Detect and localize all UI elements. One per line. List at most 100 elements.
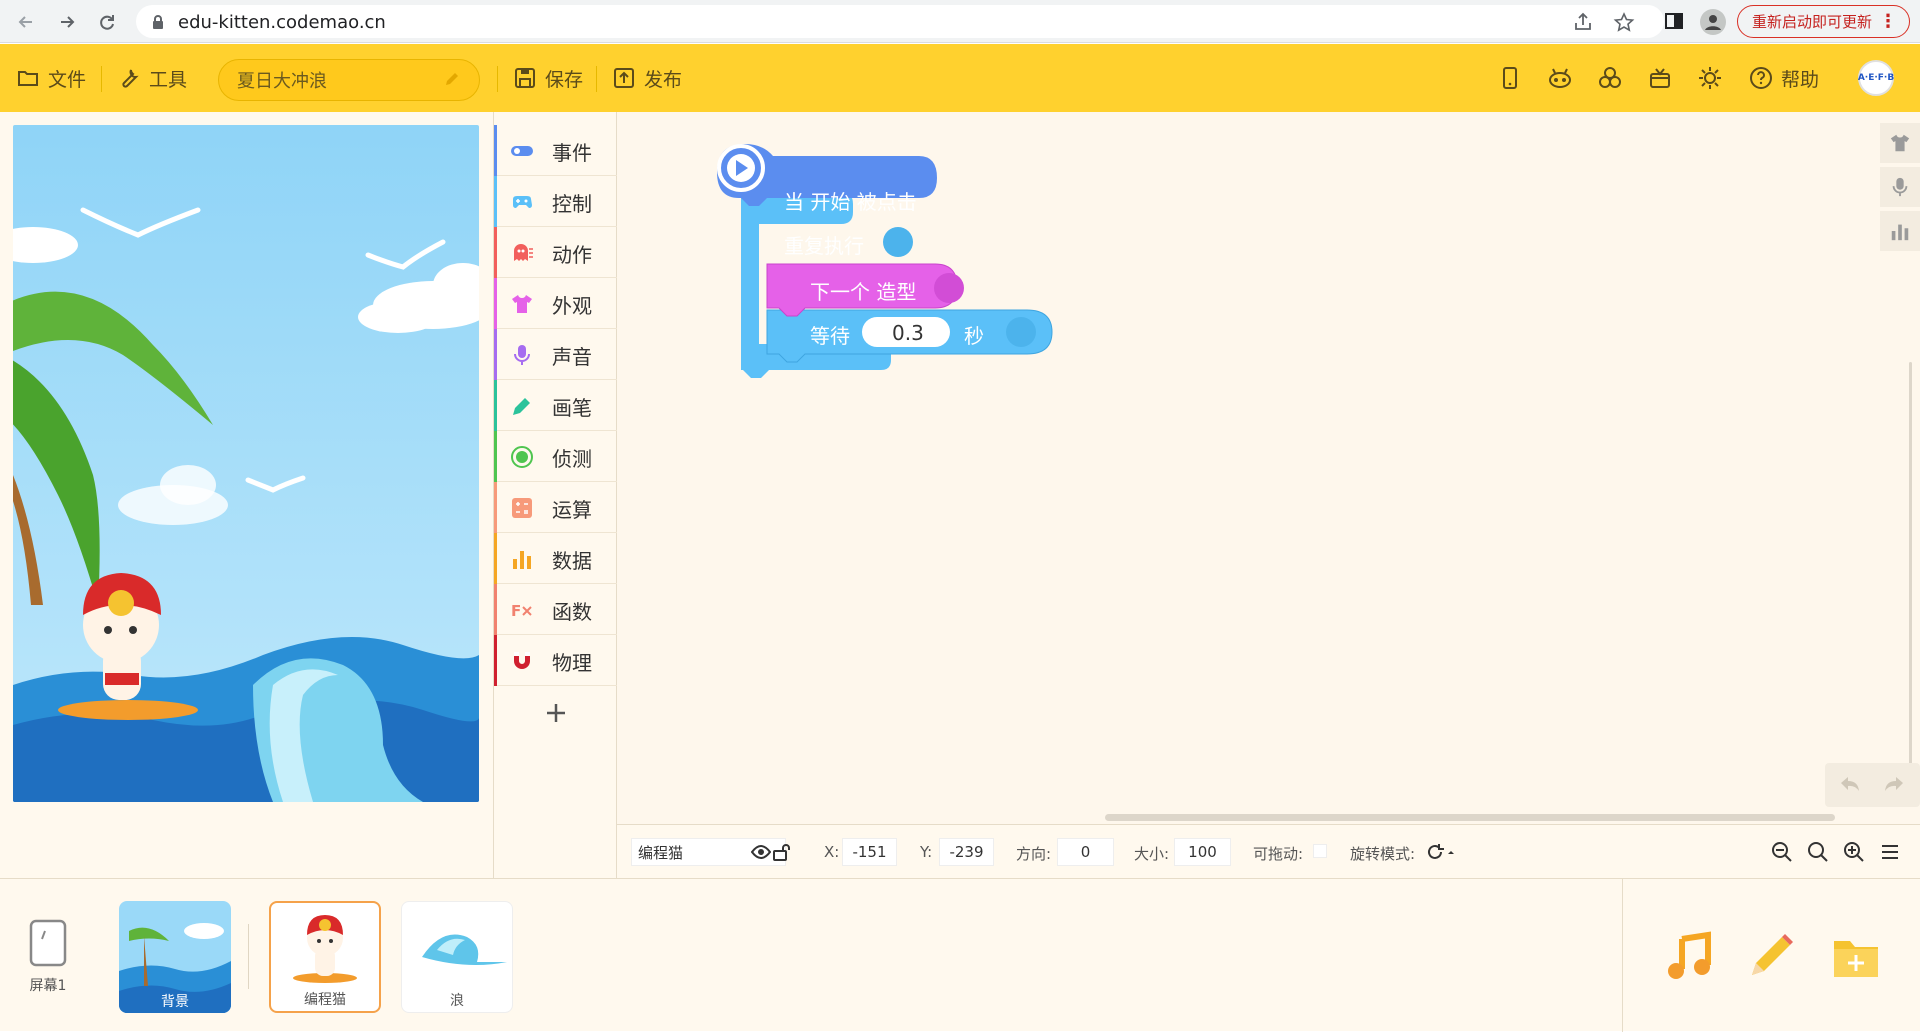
screen-label: 屏幕1 [29, 978, 67, 994]
hat-block-label[interactable]: 当 开始 被点击 [784, 186, 917, 215]
category-looks[interactable]: 外观 [494, 278, 617, 329]
robot-icon[interactable] [1547, 65, 1573, 91]
rotation-mode-select[interactable] [1424, 838, 1460, 866]
direction-value: 0 [1080, 843, 1091, 861]
undo-icon[interactable] [1839, 775, 1861, 795]
category-functions[interactable]: F 函数 [494, 584, 617, 635]
tools-menu-label: 工具 [149, 68, 188, 91]
restart-update-button[interactable]: 重新启动即可更新 ⋮ [1737, 5, 1910, 38]
toolbar-divider [101, 66, 102, 92]
visibility-eye-icon[interactable] [751, 843, 771, 861]
costume-block-label[interactable]: 下一个 造型 [810, 276, 916, 305]
sprite-name: 浪 [450, 993, 464, 1009]
user-avatar[interactable]: A·E·F·B [1858, 60, 1894, 96]
profile-icon[interactable] [1700, 9, 1726, 35]
add-music-icon[interactable] [1664, 931, 1716, 983]
zoom-in-icon[interactable] [1843, 841, 1865, 863]
file-menu[interactable]: 文件 [16, 63, 86, 93]
stage-canvas[interactable] [13, 125, 479, 802]
costume-tool[interactable] [1880, 123, 1920, 163]
microphone-icon [514, 345, 530, 365]
category-color-bar [494, 380, 497, 431]
pen-icon [513, 398, 530, 415]
zoom-out-icon[interactable] [1771, 841, 1793, 863]
toolbar-divider [497, 66, 498, 92]
address-bar[interactable]: edu-kitten.codemao.cn [136, 5, 1664, 38]
tools-menu[interactable]: 工具 [117, 63, 187, 93]
category-sound[interactable]: 声音 [494, 329, 617, 380]
category-events[interactable]: 事件 [494, 125, 617, 176]
draw-sprite-pencil-icon[interactable] [1744, 931, 1796, 983]
category-operators[interactable]: 运算 [494, 482, 617, 533]
more-menu-icon[interactable]: ⋮ [1879, 11, 1897, 32]
screen-selector[interactable]: 屏幕1 [20, 919, 76, 999]
zoom-reset-icon[interactable] [1807, 841, 1829, 863]
category-motion[interactable]: 动作 [494, 227, 617, 278]
bar-chart-icon [1891, 224, 1909, 241]
share-icon[interactable] [1572, 11, 1594, 33]
help-icon [1750, 67, 1772, 89]
bar-chart-icon [513, 551, 531, 569]
help-button[interactable]: 帮助 [1749, 63, 1819, 93]
category-color-bar [494, 482, 497, 533]
repeat-block-label[interactable]: 重复执行 [784, 230, 864, 259]
wait-value-input[interactable]: 0.3 [892, 321, 924, 345]
category-sensing[interactable]: 侦测 [494, 431, 617, 482]
function-icon: F [511, 602, 532, 620]
project-name-field[interactable]: 夏日大冲浪 [218, 59, 480, 101]
y-input[interactable]: -239 [939, 838, 994, 866]
sprite-card-wave[interactable]: 浪 [401, 901, 513, 1013]
data-tool[interactable] [1880, 211, 1920, 251]
sprite-properties-bar: 编程猫 X: -151 Y: -239 方向: 0 大小: 100 可拖动: 旋… [617, 824, 1920, 878]
category-color-bar [494, 227, 497, 278]
settings-gear-icon[interactable] [1697, 65, 1723, 91]
x-input[interactable]: -151 [842, 838, 897, 866]
tshirt-icon [512, 295, 532, 313]
bookmark-star-icon[interactable] [1613, 11, 1635, 33]
sprite-name: 编程猫 [304, 992, 346, 1008]
draggable-label: 可拖动: [1253, 845, 1304, 863]
vertical-scrollbar[interactable] [1909, 362, 1912, 782]
sprite-card-background[interactable]: 背景 [119, 901, 231, 1013]
reload-icon[interactable] [93, 8, 121, 36]
unlock-icon[interactable] [772, 843, 792, 861]
code-workspace[interactable]: 当 开始 被点击 重复执行 下一个 造型 等待 0.3 秒 [617, 112, 1920, 824]
direction-input[interactable]: 0 [1057, 838, 1114, 866]
sound-tool[interactable] [1880, 167, 1920, 207]
publish-icon [614, 68, 634, 88]
wait-unit-label: 秒 [964, 324, 984, 348]
device-icon[interactable] [1497, 65, 1523, 91]
size-input[interactable]: 100 [1174, 838, 1231, 866]
category-physics[interactable]: 物理 [494, 635, 617, 686]
svg-text:F: F [511, 602, 521, 620]
x-label: X: [824, 843, 840, 861]
save-button[interactable]: 保存 [513, 63, 583, 93]
rotate-dropdown-icon [1428, 844, 1454, 859]
category-pen[interactable]: 画笔 [494, 380, 617, 431]
category-data[interactable]: 数据 [494, 533, 617, 584]
draggable-checkbox[interactable] [1313, 844, 1327, 858]
category-label: 侦测 [552, 447, 592, 471]
save-label: 保存 [545, 68, 584, 91]
ghost-icon [514, 244, 533, 261]
sprite-card-kitten[interactable]: 编程猫 [269, 901, 381, 1013]
file-menu-label: 文件 [48, 68, 87, 91]
publish-button[interactable]: 发布 [612, 63, 682, 93]
category-color-bar [494, 584, 497, 635]
side-panel-icon[interactable] [1663, 10, 1685, 32]
category-label: 运算 [552, 498, 592, 522]
category-control[interactable]: 控制 [494, 176, 617, 227]
extensions-icon[interactable] [1597, 65, 1623, 91]
menu-icon[interactable] [1879, 841, 1901, 863]
gift-box-icon[interactable] [1647, 65, 1673, 91]
wait-block-label[interactable]: 等待 [810, 320, 850, 349]
redo-icon[interactable] [1883, 775, 1905, 795]
kitten-thumbnail [293, 915, 357, 983]
category-color-bar [494, 329, 497, 380]
category-label: 物理 [552, 651, 592, 675]
upload-folder-icon[interactable] [1830, 931, 1882, 983]
back-icon[interactable] [12, 8, 40, 36]
horizontal-scrollbar[interactable] [1105, 814, 1835, 821]
add-category-button[interactable] [494, 688, 617, 738]
forward-icon[interactable] [53, 8, 81, 36]
